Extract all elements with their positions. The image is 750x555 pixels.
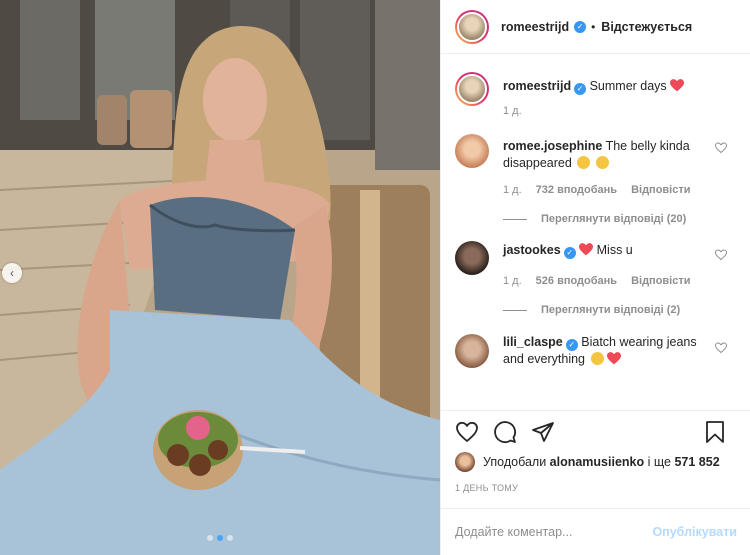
author-avatar[interactable] bbox=[455, 9, 489, 44]
verified-icon: ✓ bbox=[565, 339, 578, 351]
comment-username[interactable]: jastookes bbox=[503, 243, 561, 257]
verified-icon: ✓ bbox=[563, 247, 576, 259]
post-caption: romeestrijd ✓ Summer days 1 д. bbox=[455, 72, 737, 120]
post-comment-button[interactable]: Опублікувати bbox=[652, 525, 737, 539]
post-header: romeestrijd ✓ • Відстежується bbox=[441, 0, 750, 54]
comment-body: jastookes ✓ Miss u 1 д. 526 вподобань Від… bbox=[503, 241, 713, 290]
divider bbox=[503, 218, 527, 220]
comment-body: lili_claspe ✓ Biatch wearing jeans and ev… bbox=[503, 334, 713, 368]
likes-middle: і ще bbox=[647, 455, 671, 469]
view-replies-button[interactable]: Переглянути відповіді (20) bbox=[503, 213, 737, 225]
like-comment-heart-icon[interactable] bbox=[715, 249, 727, 261]
view-replies-label: Переглянути відповіді (2) bbox=[541, 304, 681, 316]
photo-illustration bbox=[0, 0, 440, 555]
commenter-avatar[interactable] bbox=[455, 334, 489, 368]
slide-dot bbox=[227, 535, 233, 541]
comment-username[interactable]: lili_claspe bbox=[503, 335, 563, 349]
reply-button[interactable]: Відповісти bbox=[631, 273, 690, 290]
author-avatar[interactable] bbox=[455, 72, 489, 106]
likes-count[interactable]: 571 852 bbox=[674, 455, 719, 469]
commenter-avatar[interactable] bbox=[455, 134, 489, 168]
author-username[interactable]: romeestrijd bbox=[501, 20, 569, 34]
view-replies-label: Переглянути відповіді (20) bbox=[541, 213, 687, 225]
comment-item: jastookes ✓ Miss u 1 д. 526 вподобань Від… bbox=[455, 241, 737, 290]
follow-separator: • bbox=[591, 19, 596, 34]
caption-body: romeestrijd ✓ Summer days 1 д. bbox=[503, 72, 713, 120]
previous-slide-button[interactable]: ‹ bbox=[2, 263, 22, 283]
like-comment-heart-icon[interactable] bbox=[715, 342, 727, 354]
likes-summary: Уподобали alonamusiienko і ще 571 852 bbox=[455, 452, 720, 472]
slide-indicator bbox=[0, 535, 440, 541]
like-heart-icon[interactable] bbox=[455, 420, 479, 444]
post-timestamp[interactable]: 1 ДЕНЬ ТОМУ bbox=[455, 483, 518, 493]
comment-time[interactable]: 1 д. bbox=[503, 182, 522, 199]
caption-text: Summer days bbox=[589, 79, 667, 93]
comment-bubble-icon[interactable] bbox=[493, 420, 517, 444]
post-sidebar: romeestrijd ✓ • Відстежується romeestrij… bbox=[440, 0, 750, 555]
comment-input[interactable] bbox=[455, 525, 653, 539]
chevron-left-icon: ‹ bbox=[10, 266, 14, 280]
liker-avatar[interactable] bbox=[455, 452, 475, 472]
caption-username[interactable]: romeestrijd bbox=[503, 79, 571, 93]
view-replies-button[interactable]: Переглянути відповіді (2) bbox=[503, 304, 737, 316]
comment-item: romee.josephine The belly kinda disappea… bbox=[455, 134, 737, 199]
comment-time[interactable]: 1 д. bbox=[503, 273, 522, 290]
commenter-avatar[interactable] bbox=[455, 241, 489, 275]
comments-list[interactable]: romeestrijd ✓ Summer days 1 д. romee.jose… bbox=[441, 54, 750, 409]
save-bookmark-icon[interactable] bbox=[703, 420, 727, 444]
comment-likes[interactable]: 526 вподобань bbox=[536, 273, 617, 290]
header-text: romeestrijd ✓ • Відстежується bbox=[501, 20, 692, 34]
red-heart-emoji-icon bbox=[670, 79, 685, 92]
comment-item: lili_claspe ✓ Biatch wearing jeans and ev… bbox=[455, 334, 737, 368]
share-paper-plane-icon[interactable] bbox=[531, 420, 555, 444]
verified-icon: ✓ bbox=[574, 20, 587, 33]
likes-prefix: Уподобали bbox=[483, 455, 547, 469]
reply-button[interactable]: Відповісти bbox=[631, 182, 690, 199]
slide-dot bbox=[207, 535, 213, 541]
caption-time[interactable]: 1 д. bbox=[503, 103, 522, 120]
post-photo[interactable]: ‹ bbox=[0, 0, 440, 555]
liker-username[interactable]: alonamusiienko bbox=[550, 455, 644, 469]
comment-likes[interactable]: 732 вподобань bbox=[536, 182, 617, 199]
add-comment-bar: Опублікувати bbox=[441, 508, 750, 555]
follow-status-button[interactable]: Відстежується bbox=[601, 20, 692, 34]
red-heart-emoji-icon bbox=[579, 243, 594, 256]
comment-body: romee.josephine The belly kinda disappea… bbox=[503, 134, 713, 199]
comment-text: Miss u bbox=[596, 243, 633, 257]
comment-username[interactable]: romee.josephine bbox=[503, 139, 602, 153]
hushed-face-emoji-icon bbox=[577, 156, 591, 169]
tears-of-joy-emoji-icon bbox=[590, 352, 604, 365]
verified-icon: ✓ bbox=[574, 83, 587, 95]
slide-dot-active bbox=[217, 535, 223, 541]
like-comment-heart-icon[interactable] bbox=[715, 142, 727, 154]
divider bbox=[503, 309, 527, 311]
red-heart-emoji-icon bbox=[606, 352, 621, 365]
post-actions bbox=[441, 410, 750, 452]
grinning-squint-emoji-icon bbox=[595, 156, 609, 169]
